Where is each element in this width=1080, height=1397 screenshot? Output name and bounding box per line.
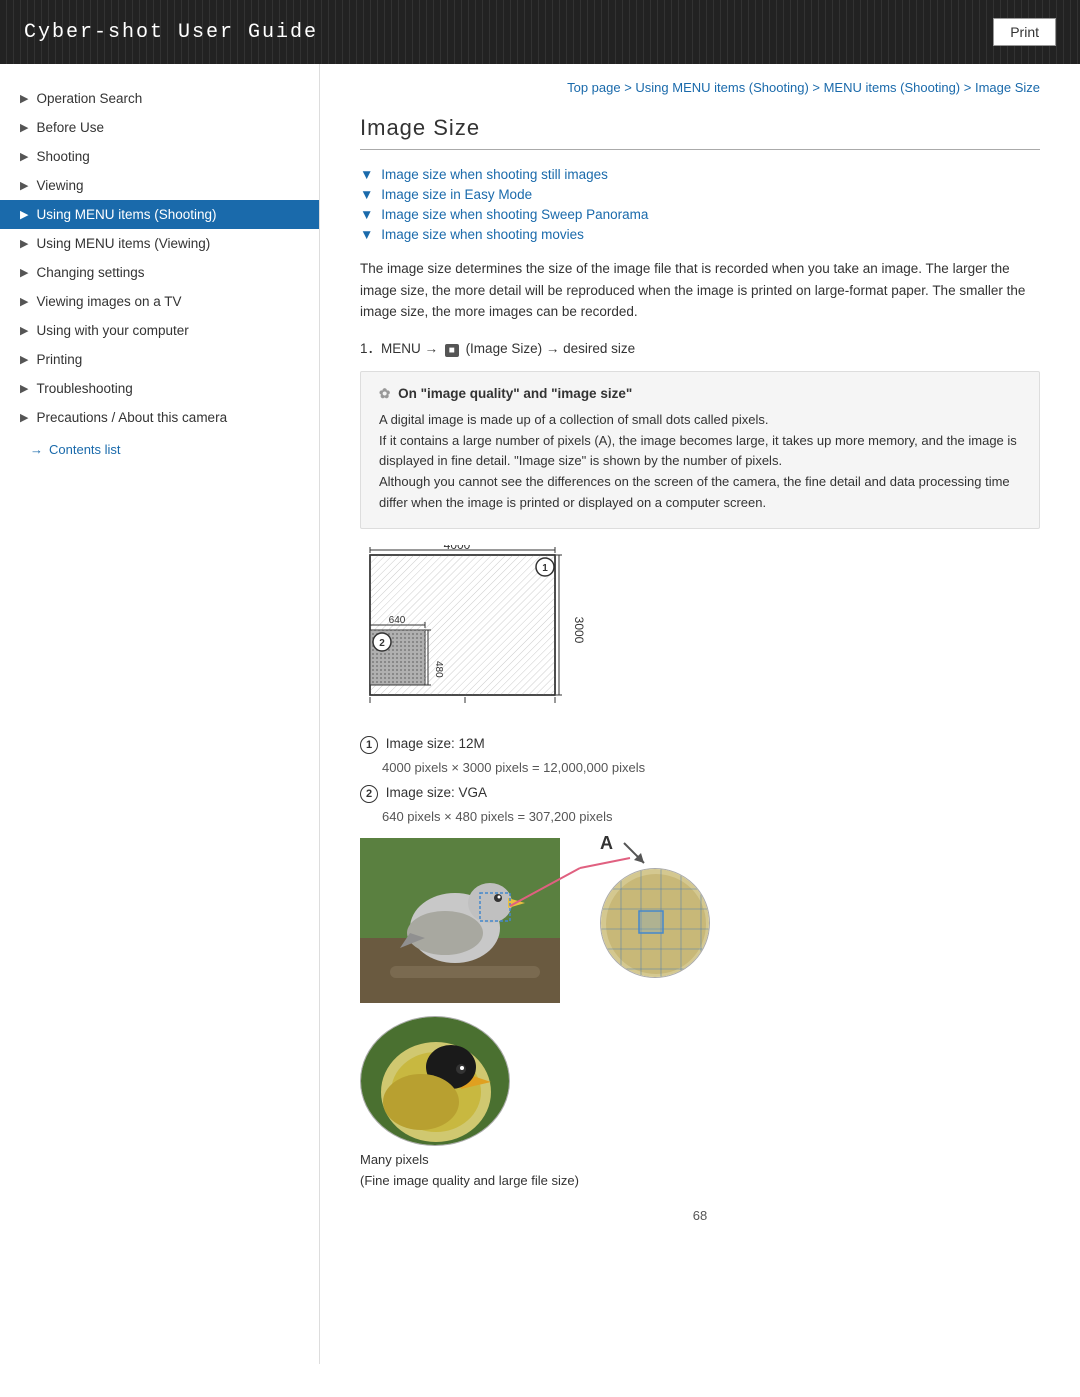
svg-text:480: 480	[433, 661, 444, 678]
size2-detail: 640 pixels × 480 pixels = 307,200 pixels	[382, 809, 1040, 824]
sidebar-item-operation-search[interactable]: ▶ Operation Search	[0, 84, 319, 113]
link-easy-mode[interactable]: ▼ Image size in Easy Mode	[360, 186, 1040, 202]
sidebar-item-menu-viewing[interactable]: ▶ Using MENU items (Viewing)	[0, 229, 319, 258]
arrow-icon: ▶	[20, 411, 28, 424]
size1-detail: 4000 pixels × 3000 pixels = 12,000,000 p…	[382, 760, 1040, 775]
triangle-down-icon: ▼	[360, 187, 373, 202]
arrow-icon: ▶	[20, 208, 28, 221]
sidebar-item-viewing[interactable]: ▶ Viewing	[0, 171, 319, 200]
breadcrumb[interactable]: Top page > Using MENU items (Shooting) >…	[360, 80, 1040, 95]
sidebar-item-viewing-tv[interactable]: ▶ Viewing images on a TV	[0, 287, 319, 316]
arrow-icon: ▶	[20, 266, 28, 279]
circle-2: 2	[360, 785, 378, 803]
tip-box: ✿ On "image quality" and "image size" A …	[360, 371, 1040, 529]
page-layout: ▶ Operation Search ▶ Before Use ▶ Shooti…	[0, 64, 1080, 1364]
svg-text:3000: 3000	[572, 616, 586, 643]
bird-photo-container	[360, 838, 560, 1006]
size2-label: 2 Image size: VGA	[360, 785, 1040, 803]
triangle-down-icon: ▼	[360, 207, 373, 222]
app-title: Cyber-shot User Guide	[24, 21, 318, 44]
sidebar-item-printing[interactable]: ▶ Printing	[0, 345, 319, 374]
image-caption-2: (Fine image quality and large file size)	[360, 1173, 1040, 1188]
bird-illustration	[360, 838, 560, 1003]
arrow-icon: ▶	[20, 382, 28, 395]
arrow-icon: ▶	[20, 237, 28, 250]
zoom-area: A	[600, 838, 710, 978]
circle-1: 1	[360, 736, 378, 754]
triangle-down-icon: ▼	[360, 227, 373, 242]
page-number: 68	[360, 1208, 1040, 1223]
bottom-bird-illustration	[361, 1017, 510, 1146]
page-title: Image Size	[360, 115, 1040, 150]
bottom-bird-circle	[360, 1016, 510, 1146]
svg-text:1: 1	[542, 563, 548, 574]
svg-text:640: 640	[389, 615, 406, 626]
arrow-down-icon	[619, 838, 649, 868]
size1-label: 1 Image size: 12M	[360, 736, 1040, 754]
arrow-icon: ▶	[20, 179, 28, 192]
arrow-icon: ▶	[20, 92, 28, 105]
label-a: A	[600, 833, 613, 854]
arrow-icon: ▶	[20, 324, 28, 337]
link-movies[interactable]: ▼ Image size when shooting movies	[360, 226, 1040, 242]
arrow-icon: ▶	[20, 150, 28, 163]
topic-links: ▼ Image size when shooting still images …	[360, 166, 1040, 242]
sidebar-item-shooting[interactable]: ▶ Shooting	[0, 142, 319, 171]
sidebar: ▶ Operation Search ▶ Before Use ▶ Shooti…	[0, 64, 320, 1364]
main-content: Top page > Using MENU items (Shooting) >…	[320, 64, 1080, 1364]
svg-text:4000: 4000	[444, 545, 471, 552]
bird-images-section: A	[360, 838, 1040, 1006]
menu-instruction: 1．MENU → ■ (Image Size) → desired size	[360, 337, 1040, 357]
print-button[interactable]: Print	[993, 18, 1056, 46]
sidebar-item-changing-settings[interactable]: ▶ Changing settings	[0, 258, 319, 287]
menu-icon: ■	[445, 344, 459, 357]
triangle-down-icon: ▼	[360, 167, 373, 182]
arrow-icon: ▶	[20, 121, 28, 134]
sidebar-item-computer[interactable]: ▶ Using with your computer	[0, 316, 319, 345]
image-caption-1: Many pixels	[360, 1152, 1040, 1167]
body-text: The image size determines the size of th…	[360, 258, 1040, 323]
sidebar-item-before-use[interactable]: ▶ Before Use	[0, 113, 319, 142]
diagram-container: 4000 3000 1	[360, 545, 1040, 720]
arrow-right-icon: →	[30, 442, 43, 457]
sidebar-item-troubleshooting[interactable]: ▶ Troubleshooting	[0, 374, 319, 403]
arrow-icon: ▶	[20, 295, 28, 308]
size-diagram: 4000 3000 1	[360, 545, 590, 720]
bottom-bird-container: Many pixels (Fine image quality and larg…	[360, 1016, 1040, 1188]
zoom-bird-illustration	[601, 869, 710, 978]
header: Cyber-shot User Guide Print	[0, 0, 1080, 64]
sidebar-item-menu-shooting[interactable]: ▶ Using MENU items (Shooting)	[0, 200, 319, 229]
link-still-images[interactable]: ▼ Image size when shooting still images	[360, 166, 1040, 182]
link-sweep-panorama[interactable]: ▼ Image size when shooting Sweep Panoram…	[360, 206, 1040, 222]
tip-title: ✿ On "image quality" and "image size"	[379, 386, 1021, 402]
tip-text: A digital image is made up of a collecti…	[379, 410, 1021, 514]
sidebar-item-precautions[interactable]: ▶ Precautions / About this camera	[0, 403, 319, 432]
svg-text:2: 2	[379, 638, 385, 649]
zoom-circle	[600, 868, 710, 978]
arrow-icon: ▶	[20, 353, 28, 366]
sun-icon: ✿	[379, 386, 390, 401]
contents-list-link[interactable]: → Contents list	[0, 432, 319, 467]
